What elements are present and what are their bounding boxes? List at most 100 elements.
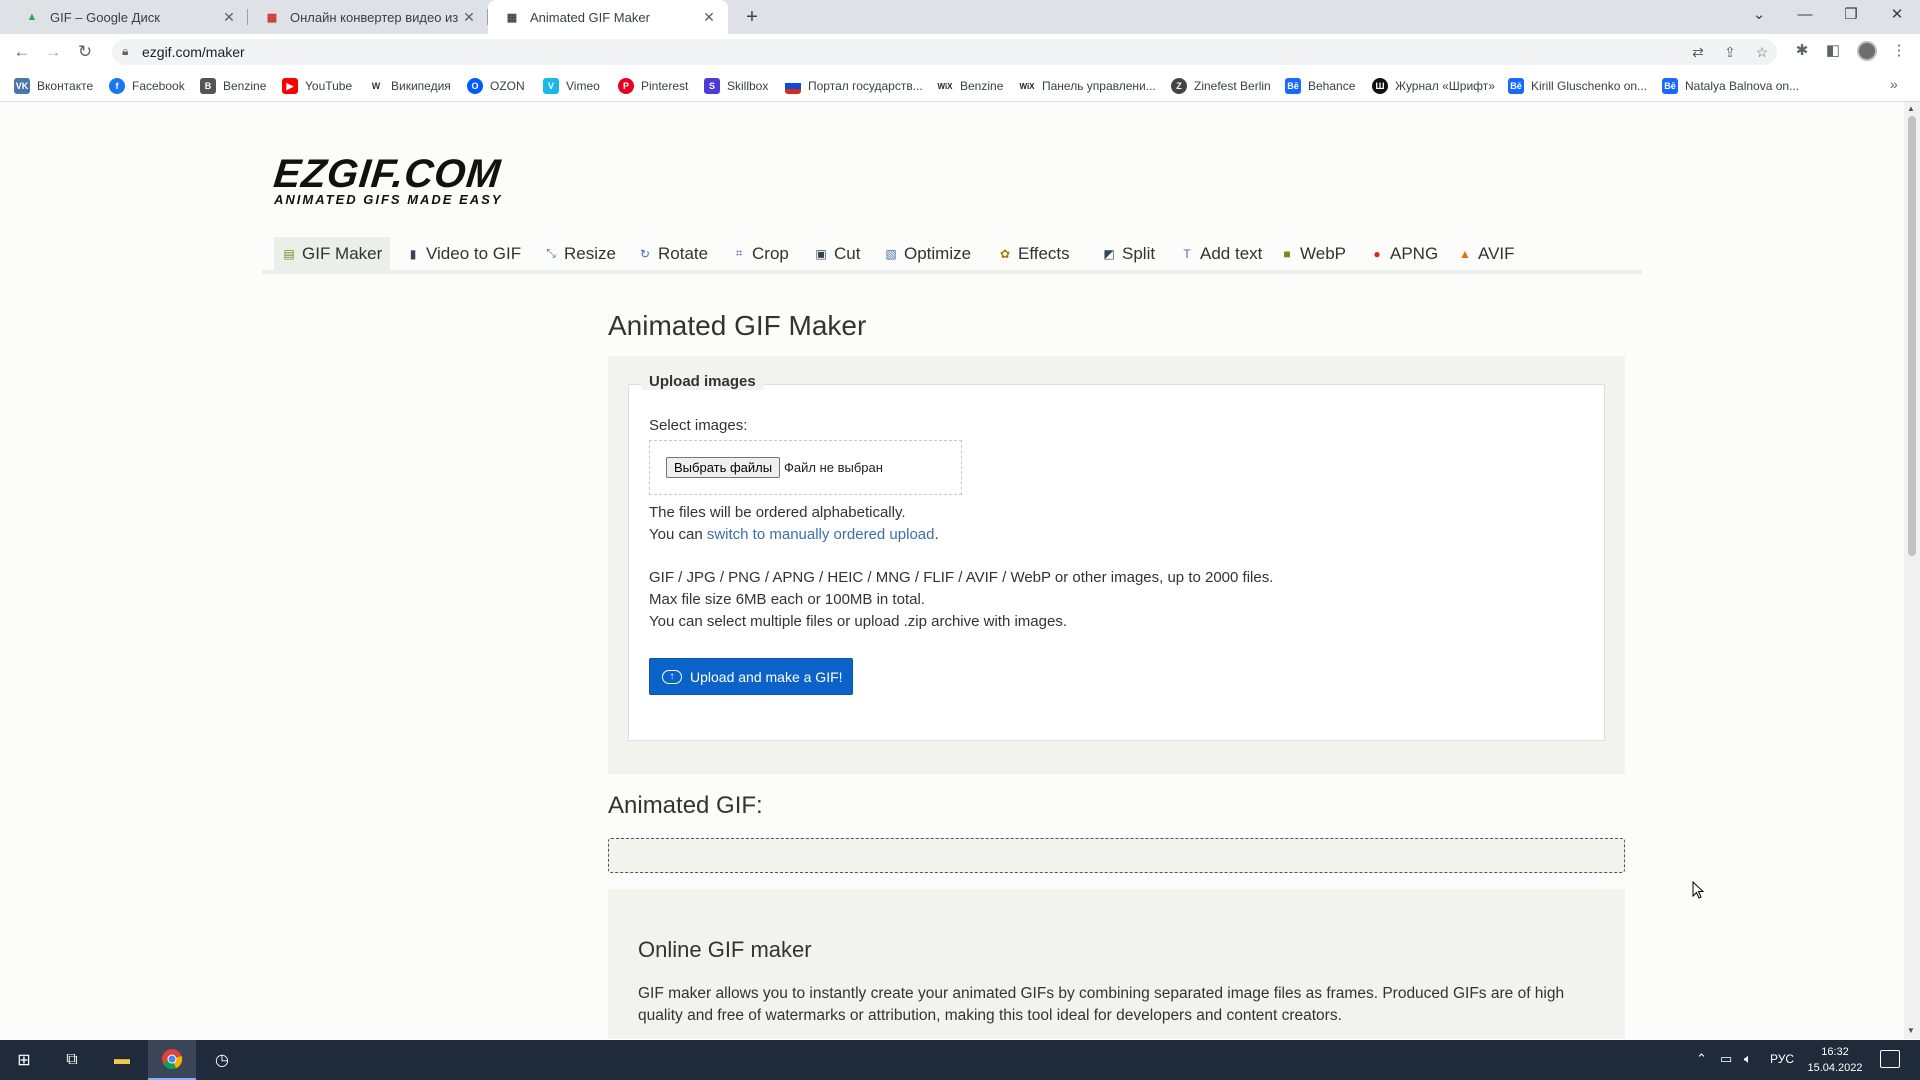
bookmark-item[interactable]: Bē Behance (1285, 78, 1355, 94)
clock-time: 16:32 (1821, 1046, 1849, 1058)
output-title: Animated GIF: (608, 792, 763, 819)
menu-label: APNG (1390, 243, 1439, 263)
vk-icon: VK (14, 78, 30, 94)
bookmark-item[interactable]: VK Вконтакте (14, 78, 93, 94)
menu-resize[interactable]: ⤡ Resize (536, 237, 624, 270)
scroll-down-icon[interactable]: ▼ (1907, 1026, 1915, 1035)
wix-icon: WiX (937, 78, 953, 94)
bookmark-item[interactable]: Ш Журнал «Шрифт» (1372, 78, 1495, 94)
menu-gif-maker[interactable]: ▤ GIF Maker (274, 237, 391, 270)
bookmark-label: Википедия (391, 79, 451, 93)
bookmark-item[interactable]: P Pinterest (618, 78, 688, 94)
manual-upload-link[interactable]: switch to manually ordered upload (707, 526, 935, 543)
bookmark-item[interactable]: Bē Natalya Balnova on... (1662, 78, 1799, 94)
language-indicator[interactable]: РУС (1770, 1052, 1794, 1066)
profile-avatar[interactable] (1857, 41, 1877, 61)
menu-label: Add text (1200, 243, 1263, 263)
page-title: Animated GIF Maker (608, 310, 867, 341)
windows-start-icon[interactable]: ⊞ (0, 1040, 48, 1080)
tab-search-icon[interactable]: ⌄ (1736, 0, 1782, 34)
bookmark-label: OZON (490, 79, 525, 93)
bookmark-item[interactable]: Z Zinefest Berlin (1171, 78, 1271, 94)
reload-icon[interactable]: ↻ (72, 40, 98, 64)
menu-crop[interactable]: ⌗ Crop (724, 237, 797, 270)
bookmark-item[interactable]: ▶ YouTube (282, 78, 352, 94)
bookmark-item[interactable]: WiX Панель управлени... (1019, 78, 1156, 94)
menu-add-text[interactable]: T Add text (1172, 237, 1270, 270)
bookmark-item[interactable]: V Vimeo (543, 78, 600, 94)
main-menu: ▤ GIF Maker ▮ Video to GIF ⤡ Resize ↻ Rotate… (262, 237, 1642, 274)
menu-rotate[interactable]: ↻ Rotate (630, 237, 716, 270)
tab-google-drive[interactable]: ▲ GIF – Google Диск ✕ (8, 0, 248, 34)
menu-label: Effects (1018, 243, 1070, 263)
menu-avif[interactable]: ▲ AVIF (1450, 237, 1523, 270)
tab-title: GIF – Google Диск (50, 9, 160, 25)
bookmark-label: Zinefest Berlin (1194, 79, 1271, 93)
gif-output-area (608, 838, 1625, 873)
minimize-icon[interactable]: — (1782, 0, 1828, 34)
side-panel-icon[interactable]: ◧ (1822, 40, 1844, 62)
tab-title: Онлайн конвертер видео из MP4 в GIF (290, 9, 460, 25)
close-icon[interactable]: ✕ (700, 9, 718, 26)
menu-split[interactable]: ◩ Split (1094, 237, 1163, 270)
chrome-icon[interactable] (148, 1040, 196, 1080)
zinefest-icon: Z (1171, 78, 1187, 94)
upload-and-make-gif-button[interactable]: ↑ Upload and make a GIF! (649, 658, 853, 695)
bookmark-item[interactable]: Bē Kirill Gluschenko on... (1508, 78, 1647, 94)
new-tab-button[interactable]: + (738, 4, 766, 30)
forward-icon[interactable]: → (40, 40, 66, 64)
formats-note: GIF / JPG / PNG / APNG / HEIC / MNG / FL… (649, 569, 1274, 586)
task-view-icon[interactable]: ⧉ (48, 1040, 96, 1080)
ezgif-icon: ▦ (266, 11, 278, 24)
restore-icon[interactable]: ❐ (1828, 0, 1874, 34)
volume-icon[interactable]: 🔈︎ (1744, 1051, 1752, 1067)
resize-icon: ⤡ (546, 246, 556, 260)
menu-webp[interactable]: ■ WebP (1272, 237, 1354, 270)
address-bar[interactable]: 🔒︎ ezgif.com/maker ⇄ ⇪ ☆ (112, 39, 1777, 65)
bookmark-item[interactable]: O OZON (467, 78, 525, 94)
switch-note: You can switch to manually ordered uploa… (649, 526, 939, 543)
menu-label: Crop (752, 243, 789, 263)
choose-files-button[interactable]: Выбрать файлы (666, 457, 781, 478)
close-icon[interactable]: ✕ (460, 9, 478, 26)
scroll-up-icon[interactable]: ▲ (1907, 104, 1915, 113)
bookmark-item[interactable]: W Википедия (368, 78, 451, 94)
bookmark-item[interactable]: WiX Benzine (937, 78, 1003, 94)
gif-maker-icon: ▤ (283, 246, 295, 261)
clock-date: 15.04.2022 (1807, 1062, 1863, 1074)
bookmarks-overflow-icon[interactable]: » (1890, 76, 1898, 92)
vimeo-icon: V (543, 78, 559, 94)
share-icon[interactable]: ⇪ (1719, 41, 1741, 63)
tab-mp4-converter[interactable]: ▦ Онлайн конвертер видео из MP4 в GIF ✕ (248, 0, 488, 34)
window-close-icon[interactable]: ✕ (1874, 0, 1920, 34)
notifications-icon[interactable] (1880, 1050, 1900, 1068)
bookmark-star-icon[interactable]: ☆ (1751, 41, 1773, 63)
menu-optimize[interactable]: ▧ Optimize (876, 237, 979, 270)
extensions-icon[interactable]: ✱ (1791, 40, 1813, 62)
bookmarks-bar: VK Вконтакте f Facebook B Benzine ▶ YouTube … (0, 70, 1920, 102)
translate-icon[interactable]: ⇄ (1687, 41, 1709, 63)
network-icon[interactable]: ▭ (1720, 1051, 1732, 1067)
benzine-icon: B (200, 78, 216, 94)
menu-cut[interactable]: ▣ Cut (806, 237, 868, 270)
tab-gif-maker[interactable]: ▦ Animated GIF Maker ✕ (488, 0, 728, 34)
menu-apng[interactable]: ● APNG (1362, 237, 1446, 270)
menu-video-to-gif[interactable]: ▮ Video to GIF (398, 237, 529, 270)
menu-effects[interactable]: ✿ Effects (990, 237, 1078, 270)
tray-chevron-icon[interactable]: ⌃ (1696, 1051, 1707, 1067)
system-clock[interactable]: 16:32 15.04.2022 (1800, 1044, 1870, 1076)
close-icon[interactable]: ✕ (220, 9, 238, 26)
back-icon[interactable]: ← (9, 40, 35, 64)
bookmark-label: Benzine (223, 79, 267, 93)
site-logo[interactable]: EZGIF.COM ANIMATED GIFS MADE EASY (272, 152, 503, 207)
scrollbar-thumb[interactable] (1908, 116, 1916, 556)
clock-app-icon[interactable]: ◷ (198, 1040, 246, 1080)
bookmark-item[interactable]: f Facebook (109, 78, 185, 94)
bookmark-item[interactable]: S Skillbox (704, 78, 768, 94)
file-explorer-icon[interactable]: ▬ (98, 1040, 146, 1080)
bookmark-item[interactable]: Портал государств... (785, 78, 923, 94)
browser-menu-icon[interactable]: ⋮ (1888, 40, 1910, 62)
bookmark-item[interactable]: B Benzine (200, 78, 266, 94)
file-dropzone[interactable]: Выбрать файлы Файл не выбран (649, 440, 962, 495)
page-scrollbar[interactable]: ▲ ▼ (1904, 102, 1920, 1039)
